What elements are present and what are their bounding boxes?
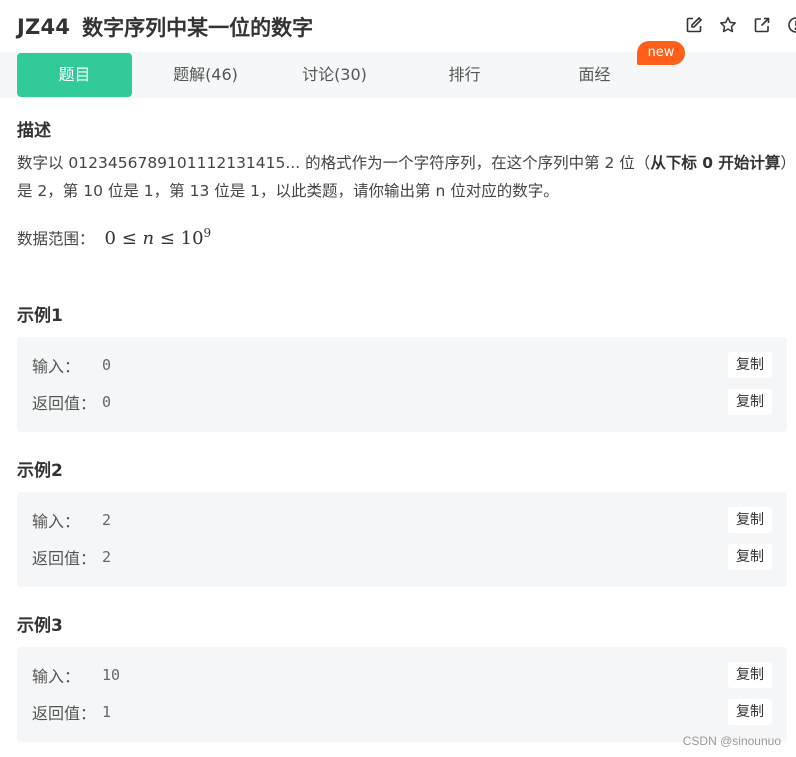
data-range-label: 数据范围： — [17, 230, 95, 248]
formula-var: n — [142, 228, 155, 249]
info-icon[interactable] — [786, 15, 796, 35]
problem-id: JZ44 — [17, 15, 71, 39]
example-1-input-row: 输入： 0 复制 — [32, 350, 772, 380]
edit-icon[interactable] — [684, 15, 704, 35]
problem-title: 数字序列中某一位的数字 — [82, 16, 314, 40]
formula-exponent: 9 — [203, 226, 212, 240]
example-2-heading: 示例2 — [17, 461, 63, 481]
data-range: 数据范围： 0 ≤ n ≤ 109 — [17, 226, 211, 249]
description-text-part1: 数字以 0123456789101112131415... 的格式作为一个字符序… — [17, 154, 651, 172]
example-3-box: 输入： 10 复制 返回值： 1 复制 — [17, 647, 787, 742]
copy-input-button[interactable]: 复制 — [728, 507, 772, 533]
description-text: 数字以 0123456789101112131415... 的格式作为一个字符序… — [17, 149, 789, 205]
star-icon[interactable] — [718, 15, 738, 35]
description-text-bold: 从下标 0 开始计算 — [650, 154, 781, 172]
input-label: 输入： — [32, 667, 81, 686]
copy-output-button[interactable]: 复制 — [728, 544, 772, 570]
example-2-output-row: 返回值： 2 复制 — [32, 542, 772, 572]
title-actions — [684, 15, 796, 35]
example-1-box: 输入： 0 复制 返回值： 0 复制 — [17, 337, 787, 432]
formula-part-a: 0 ≤ — [104, 228, 143, 249]
copy-input-button[interactable]: 复制 — [728, 662, 772, 688]
example-3-output-row: 返回值： 1 复制 — [32, 697, 772, 727]
tab-solutions[interactable]: 题解(46) — [148, 53, 263, 97]
output-value: 1 — [102, 703, 112, 721]
example-1-output-row: 返回值： 0 复制 — [32, 387, 772, 417]
new-badge: new — [637, 41, 685, 65]
title-row: JZ44 数字序列中某一位的数字 — [17, 10, 796, 44]
input-value: 0 — [102, 356, 112, 374]
example-2-box: 输入： 2 复制 返回值： 2 复制 — [17, 492, 787, 587]
share-icon[interactable] — [752, 15, 772, 35]
copy-input-button[interactable]: 复制 — [728, 352, 772, 378]
tab-problem[interactable]: 题目 — [17, 53, 132, 97]
output-value: 2 — [102, 548, 112, 566]
output-label: 返回值： — [32, 704, 97, 723]
output-label: 返回值： — [32, 394, 97, 413]
example-2-input-row: 输入： 2 复制 — [32, 505, 772, 535]
data-range-formula: 0 ≤ n ≤ 109 — [105, 226, 212, 249]
input-value: 2 — [102, 511, 112, 529]
tab-discussion[interactable]: 讨论(30) — [277, 53, 392, 97]
watermark: CSDN @sinounuo — [682, 734, 781, 748]
example-3-heading: 示例3 — [17, 616, 63, 636]
input-value: 10 — [102, 666, 121, 684]
problem-page: JZ44 数字序列中某一位的数字 题目 题解(46) 讨论(30) 排行 面经 … — [0, 0, 796, 757]
example-1-heading: 示例1 — [17, 306, 63, 326]
tab-ranking[interactable]: 排行 — [407, 53, 522, 97]
copy-output-button[interactable]: 复制 — [728, 699, 772, 725]
input-label: 输入： — [32, 357, 81, 376]
output-value: 0 — [102, 393, 112, 411]
example-3-input-row: 输入： 10 复制 — [32, 660, 772, 690]
description-heading: 描述 — [17, 121, 51, 141]
input-label: 输入： — [32, 512, 81, 531]
output-label: 返回值： — [32, 549, 97, 568]
tab-interviews[interactable]: 面经 — [537, 53, 652, 97]
copy-output-button[interactable]: 复制 — [728, 389, 772, 415]
formula-part-b: ≤ 10 — [154, 228, 204, 249]
